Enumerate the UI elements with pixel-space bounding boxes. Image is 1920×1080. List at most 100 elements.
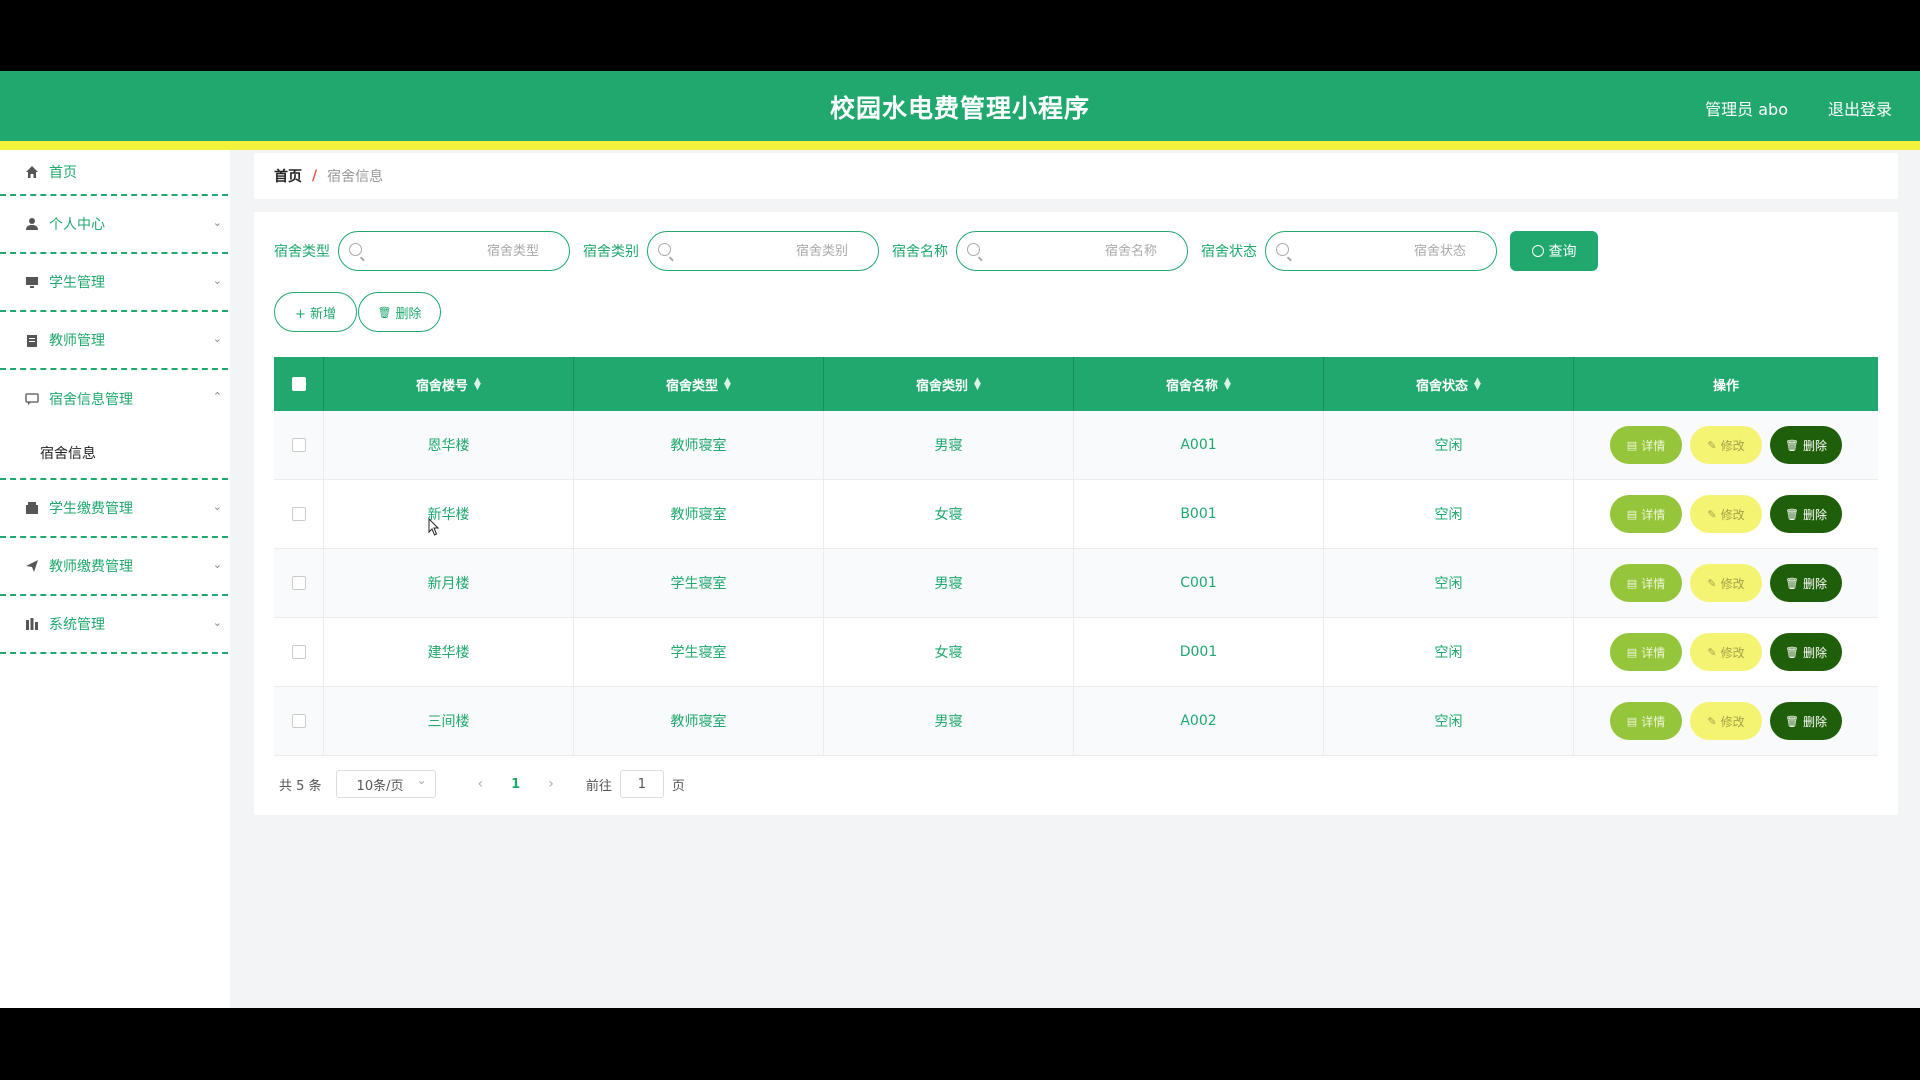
search-label-status: 宿舍状态 xyxy=(1201,244,1257,260)
header-bar: 校园水电费管理小程序 管理员 abo 退出登录 xyxy=(0,71,1920,141)
sidebar-item-label: 教师管理 xyxy=(49,333,105,349)
delete-button[interactable]: 🗑 删除 xyxy=(1770,495,1842,533)
sidebar-item-student-fees[interactable]: 学生缴费管理 ⌄ xyxy=(0,480,228,538)
document-icon: ▤ xyxy=(1626,714,1638,728)
delete-button-label: 删除 xyxy=(1802,714,1827,729)
breadcrumb-home[interactable]: 首页 xyxy=(274,166,302,186)
sort-icon[interactable]: ▲ ▼ xyxy=(974,377,981,392)
delete-button-label: 删除 xyxy=(1802,507,1827,522)
cell-name: A001 xyxy=(1074,411,1324,479)
cell-status: 空闲 xyxy=(1324,549,1574,617)
trash-icon: 🗑 xyxy=(1785,645,1799,659)
delete-button[interactable]: 🗑 删除 xyxy=(1770,426,1842,464)
sidebar-item-system[interactable]: 系统管理 ⌄ xyxy=(0,596,228,654)
prev-page-icon[interactable]: ‹ xyxy=(478,776,484,792)
row-checkbox[interactable] xyxy=(291,576,306,590)
breadcrumb-current: 宿舍信息 xyxy=(327,169,384,185)
edit-button-label: 修改 xyxy=(1720,576,1745,591)
row-checkbox[interactable] xyxy=(291,438,306,452)
add-button[interactable]: + 新增 xyxy=(274,292,357,332)
chevron-down-icon: ⌄ xyxy=(212,274,222,287)
document-icon: ▤ xyxy=(1626,438,1638,452)
sort-icon[interactable]: ▲ ▼ xyxy=(1474,377,1481,392)
breadcrumb: 首页 / 宿舍信息 xyxy=(254,153,1898,199)
pencil-icon: ✎ xyxy=(1707,507,1717,521)
trash-icon: 🗑 xyxy=(377,305,392,319)
select-all-checkbox[interactable] xyxy=(291,377,306,391)
sidebar-item-dorm-management[interactable]: 宿舍信息管理 ⌃ xyxy=(0,370,228,428)
delete-button[interactable]: 🗑 删除 xyxy=(1770,564,1842,602)
detail-button-label: 详情 xyxy=(1641,714,1666,729)
cell-name: A002 xyxy=(1074,687,1324,755)
pencil-icon: ✎ xyxy=(1707,438,1717,452)
column-header-type[interactable]: 宿舍类型 ▲ ▼ xyxy=(574,357,824,411)
delete-button[interactable]: 🗑 删除 xyxy=(1770,633,1842,671)
sort-icon[interactable]: ▲ ▼ xyxy=(1224,377,1231,392)
send-icon xyxy=(24,558,40,574)
search-field-category[interactable] xyxy=(647,231,879,271)
logout-link[interactable]: 退出登录 xyxy=(1828,96,1892,120)
pagination-total: 共 5 条 xyxy=(279,778,322,794)
batch-delete-button[interactable]: 🗑 删除 xyxy=(358,292,441,332)
column-header-label: 宿舍类别 xyxy=(916,378,969,394)
sidebar-item-students[interactable]: 学生管理 ⌄ xyxy=(0,254,228,312)
screen-letterbox-top xyxy=(0,0,1920,71)
detail-button[interactable]: ▤ 详情 xyxy=(1610,426,1682,464)
row-checkbox[interactable] xyxy=(291,645,306,659)
page-number-current[interactable]: 1 xyxy=(511,777,520,792)
search-input-type[interactable] xyxy=(369,240,539,262)
cell-category: 男寝 xyxy=(824,549,1074,617)
sidebar-item-teacher-fees[interactable]: 教师缴费管理 ⌄ xyxy=(0,538,228,596)
home-icon xyxy=(24,164,40,180)
edit-button[interactable]: ✎ 修改 xyxy=(1690,702,1762,740)
search-field-type[interactable] xyxy=(338,231,570,271)
sidebar-item-home[interactable]: 首页 xyxy=(0,150,228,196)
sidebar-item-teachers[interactable]: 教师管理 ⌄ xyxy=(0,312,228,370)
edit-button[interactable]: ✎ 修改 xyxy=(1690,426,1762,464)
search-label-name: 宿舍名称 xyxy=(892,244,948,260)
sort-icon[interactable]: ▲ ▼ xyxy=(724,377,731,392)
detail-button[interactable]: ▤ 详情 xyxy=(1610,564,1682,602)
main-panel: 宿舍类型 宿舍类别 宿舍名称 宿舍状态 查询 xyxy=(254,212,1898,815)
search-icon xyxy=(1531,245,1544,257)
detail-button[interactable]: ▤ 详情 xyxy=(1610,702,1682,740)
query-button[interactable]: 查询 xyxy=(1510,231,1598,271)
cell-category: 男寝 xyxy=(824,687,1074,755)
column-header-status[interactable]: 宿舍状态 ▲ ▼ xyxy=(1324,357,1574,411)
next-page-icon[interactable]: › xyxy=(548,776,554,792)
row-checkbox[interactable] xyxy=(291,714,306,728)
sort-icon[interactable]: ▲ ▼ xyxy=(474,377,481,392)
column-header-label: 宿舍类型 xyxy=(666,378,719,394)
detail-button[interactable]: ▤ 详情 xyxy=(1610,633,1682,671)
search-field-status[interactable] xyxy=(1265,231,1497,271)
search-icon xyxy=(658,243,671,256)
current-user-label: 管理员 abo xyxy=(1705,100,1788,119)
goto-page-input[interactable]: 1 xyxy=(619,770,664,798)
delete-button[interactable]: 🗑 删除 xyxy=(1770,702,1842,740)
row-select-cell xyxy=(274,618,324,686)
edit-button[interactable]: ✎ 修改 xyxy=(1690,564,1762,602)
column-header-name[interactable]: 宿舍名称 ▲ ▼ xyxy=(1074,357,1324,411)
chevron-down-icon: ⌄ xyxy=(212,500,222,513)
goto-page-value: 1 xyxy=(637,776,646,792)
detail-button[interactable]: ▤ 详情 xyxy=(1610,495,1682,533)
search-field-name[interactable] xyxy=(956,231,1188,271)
column-header-building[interactable]: 宿舍楼号 ▲ ▼ xyxy=(324,357,574,411)
table-header: 宿舍楼号 ▲ ▼ 宿舍类型 ▲ ▼ 宿舍类别 ▲ ▼ 宿舍名称 ▲ ▼ 宿舍状态 ▲ ▼ 操作 xyxy=(274,357,1878,411)
table-row: 新月楼 学生寝室 男寝 C001 空闲 ▤ 详情 ✎ 修改 🗑 删除 xyxy=(274,549,1878,618)
edit-button[interactable]: ✎ 修改 xyxy=(1690,633,1762,671)
sidebar-item-profile[interactable]: 个人中心 ⌄ xyxy=(0,196,228,254)
row-select-cell xyxy=(274,687,324,755)
sidebar-subitem-dorm-info[interactable]: 宿舍信息 xyxy=(0,428,228,478)
page-unit-label: 页 xyxy=(671,778,685,794)
row-checkbox[interactable] xyxy=(291,507,306,521)
cell-type: 教师寝室 xyxy=(574,687,824,755)
search-input-category[interactable] xyxy=(678,240,848,262)
edit-button[interactable]: ✎ 修改 xyxy=(1690,495,1762,533)
search-input-name[interactable] xyxy=(987,240,1157,262)
row-select-cell xyxy=(274,480,324,548)
cell-actions: ▤ 详情 ✎ 修改 🗑 删除 xyxy=(1574,411,1878,479)
search-input-status[interactable] xyxy=(1296,240,1466,262)
column-header-category[interactable]: 宿舍类别 ▲ ▼ xyxy=(824,357,1074,411)
page-size-select[interactable]: 10条/页 xyxy=(335,770,436,798)
